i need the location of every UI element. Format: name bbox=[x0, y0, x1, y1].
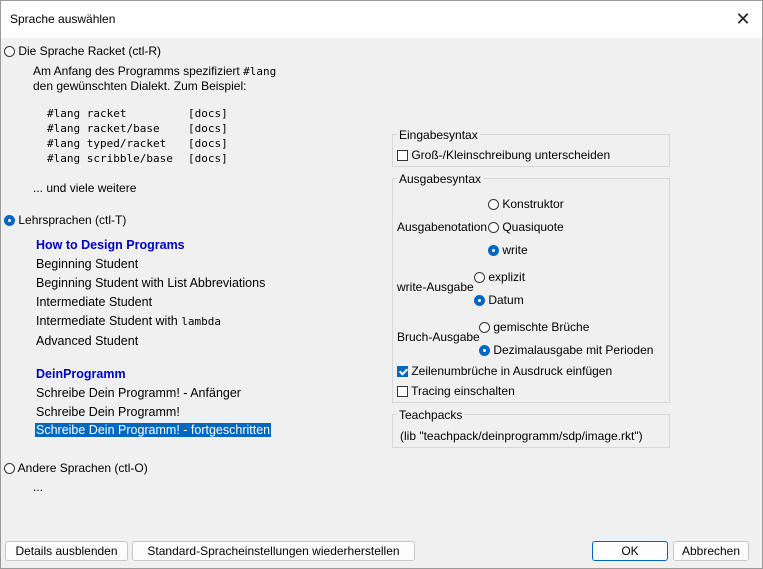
other-radio-label: Andere Sprachen (ctl-O) bbox=[17, 461, 148, 475]
title-bar: Sprache auswählen ✕ bbox=[1, 1, 762, 38]
other-radio[interactable] bbox=[4, 463, 15, 475]
language-item-intermediate[interactable]: Intermediate Student bbox=[36, 295, 152, 309]
docs-link-0[interactable]: [docs] bbox=[188, 107, 228, 120]
lambda-code: lambda bbox=[181, 315, 221, 328]
docs-link-1[interactable]: [docs] bbox=[188, 122, 228, 135]
docs-link-3[interactable]: [docs] bbox=[188, 152, 228, 165]
fraction-radio-mixed[interactable] bbox=[479, 322, 490, 334]
teaching-radio-label: Lehrsprachen (ctl-T) bbox=[18, 213, 127, 227]
notation-radio-write[interactable] bbox=[488, 245, 499, 257]
selected-language-label: Schreibe Dein Programm! - fortgeschritte… bbox=[35, 423, 272, 437]
write-label-datum: Datum bbox=[488, 293, 524, 307]
teachpacks-title: Teachpacks bbox=[397, 408, 465, 422]
example-code-1: #lang racket/base bbox=[47, 122, 160, 135]
write-label-explicit: explizit bbox=[488, 270, 526, 284]
ok-button[interactable]: OK bbox=[592, 541, 668, 561]
language-item-sdp-beginner[interactable]: Schreibe Dein Programm! - Anfänger bbox=[36, 386, 241, 400]
racket-radio[interactable] bbox=[4, 46, 15, 58]
other-ellipsis: ... bbox=[33, 480, 44, 494]
write-radio-datum[interactable] bbox=[474, 295, 485, 307]
case-sensitive-label: Groß-/Kleinschreibung unterscheiden bbox=[411, 148, 611, 162]
language-item-beginning-abbr[interactable]: Beginning Student with List Abbreviation… bbox=[36, 276, 265, 290]
language-item-advanced[interactable]: Advanced Student bbox=[36, 334, 138, 348]
other-radio-option[interactable]: Andere Sprachen (ctl-O) bbox=[4, 461, 148, 475]
fraction-option-decimal[interactable]: Dezimalausgabe mit Perioden bbox=[479, 343, 653, 357]
output-syntax-title: Ausgabesyntax bbox=[397, 172, 484, 186]
hide-details-button[interactable]: Details ausblenden bbox=[5, 541, 128, 561]
racket-desc-code: #lang bbox=[243, 65, 277, 78]
restore-defaults-button[interactable]: Standard-Spracheinstellungen wiederherst… bbox=[132, 541, 415, 561]
racket-desc-text: Am Anfang des Programms spezifiziert bbox=[33, 64, 244, 78]
intermediate-lambda-text: Intermediate Student with bbox=[36, 314, 182, 328]
fraction-label-decimal: Dezimalausgabe mit Perioden bbox=[493, 343, 654, 357]
more-languages-text: ... und viele weitere bbox=[33, 181, 137, 195]
cancel-button[interactable]: Abbrechen bbox=[673, 541, 749, 561]
example-code-0: #lang racket bbox=[47, 107, 127, 120]
write-option-datum[interactable]: Datum bbox=[474, 293, 524, 307]
racket-desc-line2: den gewünschten Dialekt. Zum Beispiel: bbox=[33, 79, 247, 93]
notation-radio-constructor[interactable] bbox=[488, 199, 499, 211]
notation-label-quasiquote: Quasiquote bbox=[502, 220, 564, 234]
teachpack-value: (lib "teachpack/deinprogramm/sdp/image.r… bbox=[400, 429, 643, 443]
teaching-radio-option[interactable]: Lehrsprachen (ctl-T) bbox=[4, 213, 126, 227]
racket-description: Am Anfang des Programms spezifiziert #la… bbox=[33, 64, 276, 78]
close-icon[interactable]: ✕ bbox=[732, 8, 754, 30]
fraction-radio-decimal[interactable] bbox=[479, 345, 490, 357]
deinprogramm-heading: DeinProgramm bbox=[36, 367, 126, 381]
fraction-label-mixed: gemischte Brüche bbox=[493, 320, 590, 334]
window-title: Sprache auswählen bbox=[10, 12, 116, 26]
language-item-sdp-advanced-selected[interactable]: Schreibe Dein Programm! - fortgeschritte… bbox=[35, 423, 272, 437]
fraction-output-label: Bruch-Ausgabe bbox=[397, 330, 480, 344]
racket-radio-option[interactable]: Die Sprache Racket (ctl-R) bbox=[4, 44, 161, 58]
case-sensitive-option[interactable]: Groß-/Kleinschreibung unterscheiden bbox=[397, 148, 610, 162]
notation-option-write[interactable]: write bbox=[488, 243, 528, 257]
racket-radio-label: Die Sprache Racket (ctl-R) bbox=[18, 44, 162, 58]
tracing-option[interactable]: Tracing einschalten bbox=[397, 384, 515, 398]
notation-option-constructor[interactable]: Konstruktor bbox=[488, 197, 564, 211]
case-sensitive-checkbox[interactable] bbox=[397, 150, 408, 162]
language-item-intermediate-lambda[interactable]: Intermediate Student with lambda bbox=[36, 314, 221, 328]
language-dialog: Sprache auswählen ✕ Die Sprache Racket (… bbox=[0, 0, 763, 569]
language-item-beginning[interactable]: Beginning Student bbox=[36, 257, 138, 271]
tracing-checkbox[interactable] bbox=[397, 386, 408, 398]
notation-option-quasiquote[interactable]: Quasiquote bbox=[488, 220, 564, 234]
notation-label-write: write bbox=[502, 243, 528, 257]
fraction-option-mixed[interactable]: gemischte Brüche bbox=[479, 320, 589, 334]
linebreak-label: Zeilenumbrüche in Ausdruck einfügen bbox=[411, 364, 613, 378]
example-code-3: #lang scribble/base bbox=[47, 152, 173, 165]
language-item-sdp[interactable]: Schreibe Dein Programm! bbox=[36, 405, 180, 419]
example-code-2: #lang typed/racket bbox=[47, 137, 167, 150]
notation-label-constructor: Konstruktor bbox=[502, 197, 564, 211]
linebreak-option[interactable]: Zeilenumbrüche in Ausdruck einfügen bbox=[397, 364, 612, 378]
write-option-explicit[interactable]: explizit bbox=[474, 270, 525, 284]
htdp-heading: How to Design Programs bbox=[36, 238, 185, 252]
output-notation-label: Ausgabenotation bbox=[397, 220, 488, 234]
linebreak-checkbox[interactable] bbox=[397, 366, 408, 378]
notation-radio-quasiquote[interactable] bbox=[488, 222, 499, 234]
input-syntax-title: Eingabesyntax bbox=[397, 128, 480, 142]
teaching-radio[interactable] bbox=[4, 215, 15, 227]
write-output-label: write-Ausgabe bbox=[397, 280, 474, 294]
docs-link-2[interactable]: [docs] bbox=[188, 137, 228, 150]
write-radio-explicit[interactable] bbox=[474, 272, 485, 284]
tracing-label: Tracing einschalten bbox=[411, 384, 515, 398]
